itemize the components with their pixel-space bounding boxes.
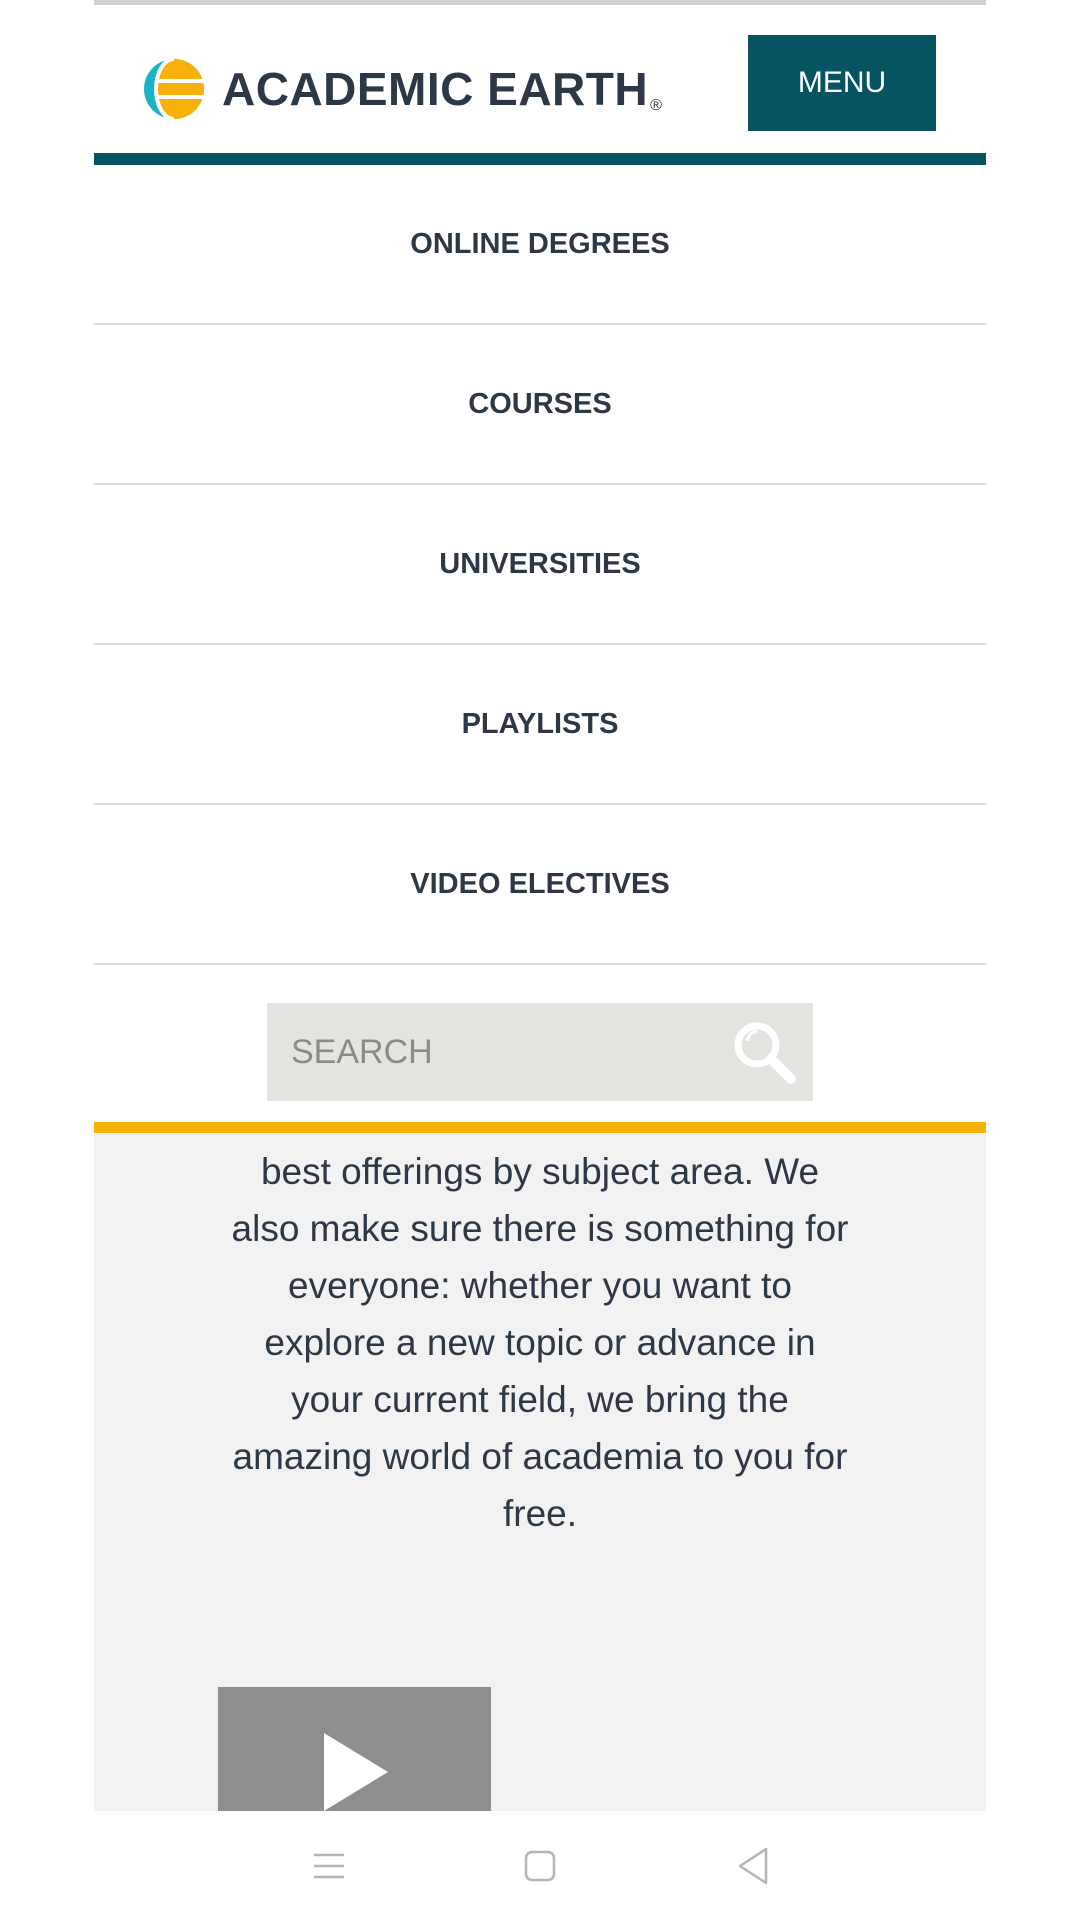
system-navigation-bar (0, 1811, 1080, 1920)
home-icon[interactable] (515, 1841, 565, 1891)
nav-item-playlists[interactable]: PLAYLISTS (94, 645, 986, 805)
play-icon (324, 1733, 388, 1811)
accent-divider (94, 1122, 986, 1133)
nav-item-online-degrees[interactable]: ONLINE DEGREES (94, 165, 986, 325)
menu-button[interactable]: MENU (748, 35, 936, 131)
main-nav: ONLINE DEGREES COURSES UNIVERSITIES PLAY… (94, 165, 986, 965)
brand-name: ACADEMIC EARTH (222, 63, 649, 115)
search-section: SEARCH (94, 970, 986, 1122)
video-thumbnail[interactable] (218, 1687, 491, 1811)
globe-logo-icon (144, 57, 204, 121)
intro-paragraph: best offerings by subject area. We also … (231, 1151, 849, 1534)
nav-item-video-electives[interactable]: VIDEO ELECTIVES (94, 805, 986, 965)
search-input[interactable]: SEARCH (267, 1003, 813, 1101)
search-placeholder: SEARCH (291, 1032, 433, 1071)
brand-logo[interactable]: ACADEMIC EARTH ® (142, 57, 662, 121)
main-content: best offerings by subject area. We also … (94, 1133, 986, 1811)
site-header: ACADEMIC EARTH ® MENU (94, 5, 986, 153)
recent-apps-icon[interactable] (304, 1841, 354, 1891)
nav-item-courses[interactable]: COURSES (94, 325, 986, 485)
search-icon[interactable] (729, 1017, 799, 1087)
header-divider (94, 153, 986, 165)
registered-mark: ® (650, 97, 662, 114)
nav-item-universities[interactable]: UNIVERSITIES (94, 485, 986, 645)
back-icon[interactable] (728, 1841, 778, 1891)
